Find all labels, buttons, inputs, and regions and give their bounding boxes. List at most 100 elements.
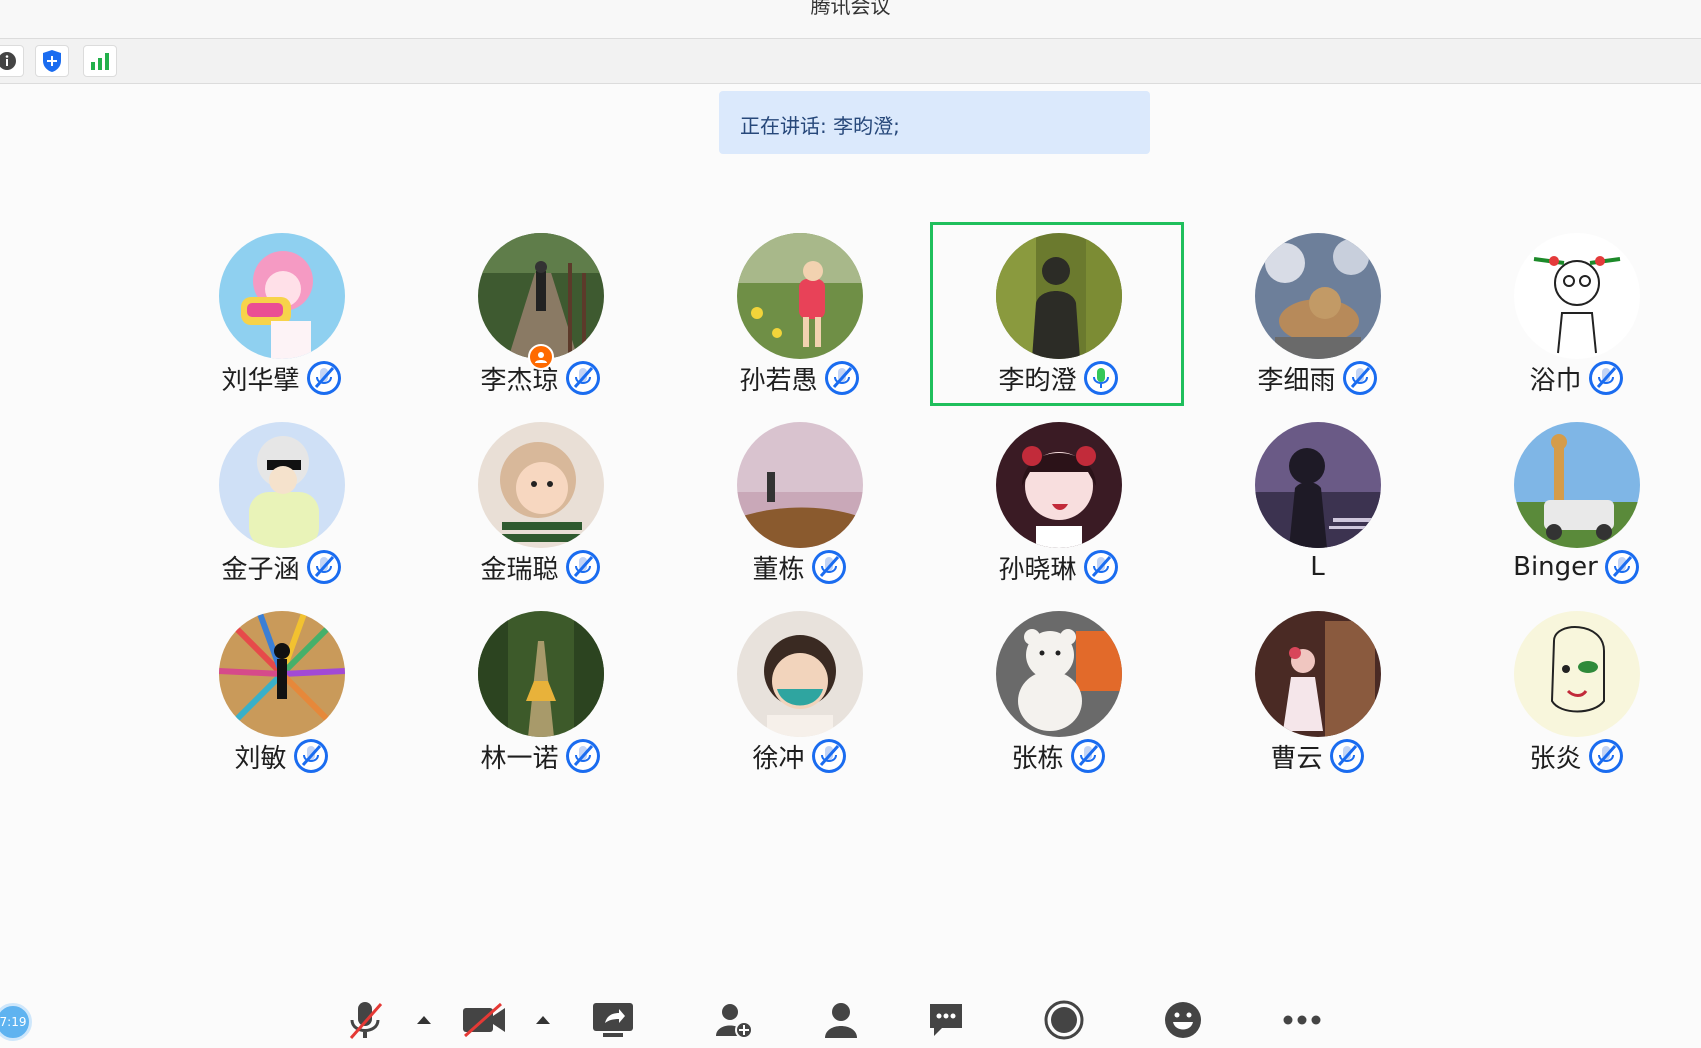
participant-tile[interactable]: 张炎 [1447, 600, 1701, 789]
participant-name: Binger [1513, 552, 1598, 582]
name-row: 张炎 [1447, 738, 1701, 774]
name-row: 李昀澄 [929, 360, 1188, 396]
participant-tile[interactable]: 李细雨 [1188, 222, 1447, 411]
mic-muted-icon [306, 361, 341, 395]
avatar [1514, 233, 1640, 359]
avatar [219, 611, 345, 737]
mic-speaking-icon [1083, 361, 1118, 395]
mic-muted-icon [1604, 550, 1639, 584]
name-row: 李细雨 [1188, 360, 1447, 396]
mic-muted-icon [565, 550, 600, 584]
signal-icon[interactable] [83, 45, 117, 77]
participant-tile[interactable]: 刘华擘 [152, 222, 411, 411]
participant-tile[interactable]: 孙晓琳 [929, 411, 1188, 600]
participant-name: 金子涵 [221, 554, 300, 585]
name-row: 金瑞聪 [411, 549, 670, 585]
avatar [478, 611, 604, 737]
avatar [996, 233, 1122, 359]
participant-tile[interactable]: 刘敏 [152, 600, 411, 789]
participant-tile[interactable]: 孙若愚 [670, 222, 929, 411]
participant-name: 曹云 [1270, 743, 1323, 774]
participant-name: 刘华擘 [221, 365, 300, 396]
participant-tile[interactable]: 董栋 [670, 411, 929, 600]
mic-muted-icon [824, 361, 859, 395]
name-row: 孙若愚 [670, 360, 929, 396]
avatar [737, 233, 863, 359]
mic-muted-icon [1588, 361, 1623, 395]
participant-name: 张栋 [1011, 743, 1064, 774]
avatar [1255, 233, 1381, 359]
participant-tile[interactable]: Binger [1447, 411, 1701, 600]
participant-tile[interactable]: L [1188, 411, 1447, 600]
name-row: 金子涵 [152, 549, 411, 585]
host-badge-icon [528, 344, 554, 370]
participant-name: 孙晓琳 [998, 554, 1077, 585]
participant-tile[interactable]: 张栋 [929, 600, 1188, 789]
name-row: 刘华擘 [152, 360, 411, 396]
avatar [219, 422, 345, 548]
mic-muted-icon [1588, 739, 1623, 773]
avatar [1255, 611, 1381, 737]
avatar [996, 611, 1122, 737]
name-row: 董栋 [670, 549, 929, 585]
record-icon[interactable] [1037, 998, 1091, 1042]
participant-tile-active[interactable]: 李昀澄 [929, 222, 1188, 411]
camera-off-icon[interactable] [457, 998, 511, 1042]
name-row: L [1188, 549, 1447, 585]
participant-tile[interactable]: 金子涵 [152, 411, 411, 600]
participant-name: 刘敏 [234, 743, 287, 774]
mic-options-arrow-icon[interactable] [414, 1000, 434, 1040]
mic-muted-icon [306, 550, 341, 584]
mic-muted-icon [1342, 361, 1377, 395]
participant-name: 浴巾 [1529, 365, 1582, 396]
name-row: Binger [1447, 549, 1701, 585]
participant-name: 张炎 [1529, 743, 1582, 774]
speaking-banner: 正在讲话: 李昀澄; [719, 91, 1150, 154]
participant-name: 金瑞聪 [480, 554, 559, 585]
participant-tile[interactable]: 浴巾 [1447, 222, 1701, 411]
name-row: 浴巾 [1447, 360, 1701, 396]
mic-muted-icon [565, 361, 600, 395]
participant-name: 李细雨 [1257, 365, 1336, 396]
participant-name: 徐冲 [752, 743, 805, 774]
more-icon[interactable] [1275, 998, 1329, 1042]
mic-muted-icon [811, 550, 846, 584]
bottom-control-bar [0, 990, 1701, 1048]
avatar [737, 422, 863, 548]
participant-name: 董栋 [752, 554, 805, 585]
avatar [1255, 422, 1381, 548]
participant-tile[interactable]: 林一诺 [411, 600, 670, 789]
name-row: 刘敏 [152, 738, 411, 774]
shield-icon[interactable] [35, 45, 69, 77]
avatar [996, 422, 1122, 548]
avatar [478, 422, 604, 548]
camera-options-arrow-icon[interactable] [533, 1000, 553, 1040]
avatar [478, 233, 604, 359]
participant-tile[interactable]: 曹云 [1188, 600, 1447, 789]
avatar [1514, 611, 1640, 737]
mic-muted-icon [1070, 739, 1105, 773]
mic-muted-icon [1329, 739, 1364, 773]
participant-name: 孙若愚 [739, 365, 818, 396]
avatar [1514, 422, 1640, 548]
speaking-text: 正在讲话: 李昀澄; [740, 114, 900, 138]
mic-muted-icon[interactable] [338, 998, 392, 1042]
share-screen-icon[interactable] [586, 998, 640, 1042]
participant-grid: 刘华擘 李杰琼 孙若愚 李昀澄 李细雨 浴巾 金子涵 金瑞聪 董栋 孙晓琳 L … [152, 222, 1642, 790]
top-toolbar [0, 39, 1701, 84]
mic-muted-icon [565, 739, 600, 773]
reaction-icon[interactable] [1156, 998, 1210, 1042]
info-icon[interactable] [0, 45, 24, 77]
name-row: 张栋 [929, 738, 1188, 774]
avatar [219, 233, 345, 359]
title-bar: 腾讯会议 [0, 0, 1701, 39]
participant-name: 李昀澄 [998, 365, 1077, 396]
members-icon[interactable] [814, 998, 868, 1042]
participant-name: 林一诺 [480, 743, 559, 774]
participant-tile[interactable]: 李杰琼 [411, 222, 670, 411]
participant-tile[interactable]: 徐冲 [670, 600, 929, 789]
participant-tile[interactable]: 金瑞聪 [411, 411, 670, 600]
name-row: 孙晓琳 [929, 549, 1188, 585]
chat-icon[interactable] [919, 998, 973, 1042]
invite-icon[interactable] [707, 998, 761, 1042]
